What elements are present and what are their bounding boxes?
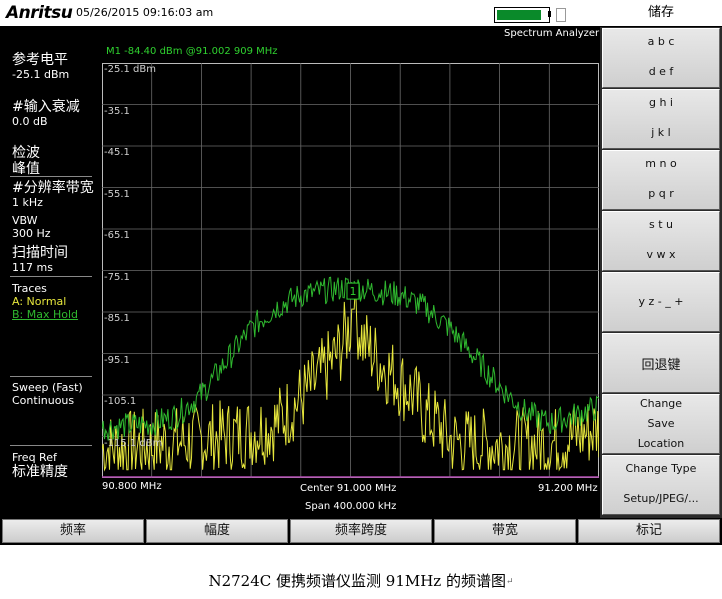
softkey-line: p q r bbox=[648, 187, 674, 200]
softkey-line: Save bbox=[647, 417, 675, 430]
softkey-line: 回退键 bbox=[641, 358, 681, 373]
battery-icon bbox=[494, 7, 550, 23]
detect-label: 检波 bbox=[12, 145, 40, 161]
divider bbox=[10, 376, 92, 377]
softkey-line: m n o bbox=[645, 157, 677, 170]
traces-info[interactable]: Traces A: Normal B: Max Hold bbox=[12, 282, 78, 321]
vbw-value: 300 Hz bbox=[12, 227, 51, 240]
status-icon bbox=[556, 8, 566, 22]
bottom-key-span[interactable]: 频率跨度 bbox=[290, 519, 432, 543]
detection[interactable]: 检波 峰值 bbox=[12, 145, 40, 177]
divider bbox=[10, 276, 92, 277]
softkey-line: s t u bbox=[648, 218, 673, 231]
rbw[interactable]: #分辨率带宽 1 kHz bbox=[12, 180, 94, 209]
sweep-time[interactable]: 扫描时间 117 ms bbox=[12, 245, 68, 274]
freq-ref[interactable]: Freq Ref 标准精度 bbox=[12, 451, 68, 480]
vbw-label: VBW bbox=[12, 214, 38, 227]
softkey-line: g h i bbox=[648, 96, 673, 109]
divider bbox=[10, 445, 92, 446]
marker-label: 1 bbox=[349, 285, 356, 298]
sweep-mode[interactable]: Sweep (Fast) Continuous bbox=[12, 381, 83, 407]
softkey-stu-vwx[interactable]: s t u v w x bbox=[602, 211, 720, 271]
mode-label: Spectrum Analyzer bbox=[504, 28, 600, 39]
spectrum-chart: 1 bbox=[102, 63, 599, 478]
battery-tip bbox=[548, 11, 551, 17]
y-tick-label: -35.1 bbox=[104, 105, 130, 117]
softkey-line: Setup/JPEG/... bbox=[623, 492, 699, 505]
softkey-change-type[interactable]: Change Type Setup/JPEG/... bbox=[602, 455, 720, 515]
ref-level-label: 参考电平 bbox=[12, 52, 68, 68]
battery-level bbox=[497, 10, 541, 20]
datetime: 05/26/2015 09:16:03 am bbox=[76, 6, 214, 19]
softkey-line: j k l bbox=[651, 126, 671, 139]
start-freq: 90.800 MHz bbox=[102, 481, 162, 492]
y-tick-label: -95.1 bbox=[104, 354, 130, 366]
center-freq: Center 91.000 MHz bbox=[300, 483, 397, 494]
title-bar: Anritsu 05/26/2015 09:16:03 am bbox=[0, 0, 600, 26]
softkey-panel: 储存 a b c d e f g h i j k l m n o p q r s… bbox=[600, 0, 722, 518]
softkey-change-save-location[interactable]: Change Save Location bbox=[602, 394, 720, 454]
softkey-backspace[interactable]: 回退键 bbox=[602, 333, 720, 393]
traces-label: Traces bbox=[12, 282, 47, 295]
y-tick-label: -115.1 dBm bbox=[104, 437, 163, 449]
return-mark: ↵ bbox=[505, 577, 514, 587]
figure-caption: N2724C 便携频谱仪监测 91MHz 的频谱图↵ bbox=[208, 572, 514, 590]
softkey-abc-def[interactable]: a b c d e f bbox=[602, 28, 720, 88]
softkey-yz-symbols[interactable]: y z - _ + bbox=[602, 272, 720, 332]
ref-level-value: -25.1 dBm bbox=[12, 68, 70, 81]
freq-ref-label: Freq Ref bbox=[12, 451, 57, 464]
input-atten[interactable]: #输入衰减 0.0 dB bbox=[12, 99, 80, 128]
vbw[interactable]: VBW 300 Hz bbox=[12, 214, 51, 240]
sweep-value: Continuous bbox=[12, 394, 75, 407]
menu-title: 储存 bbox=[600, 0, 722, 27]
bottom-key-marker[interactable]: 标记 bbox=[578, 519, 720, 543]
bottom-key-frequency[interactable]: 频率 bbox=[2, 519, 144, 543]
marker-readout: M1 -84.40 dBm @91.002 909 MHz bbox=[106, 46, 278, 57]
softkey-line: d e f bbox=[648, 65, 674, 78]
sweep-label: Sweep (Fast) bbox=[12, 381, 83, 394]
bottom-key-bandwidth[interactable]: 带宽 bbox=[434, 519, 576, 543]
atten-label: #输入衰减 bbox=[12, 99, 80, 115]
anritsu-logo: Anritsu bbox=[6, 3, 73, 23]
softkey-line: Location bbox=[637, 437, 685, 450]
analyzer-screen: Anritsu 05/26/2015 09:16:03 am Spectrum … bbox=[0, 0, 722, 545]
y-tick-label: -85.1 bbox=[104, 313, 130, 324]
rbw-value: 1 kHz bbox=[12, 196, 43, 209]
atten-value: 0.0 dB bbox=[12, 115, 48, 128]
softkey-line: Change bbox=[639, 397, 683, 410]
softkey-line: v w x bbox=[646, 248, 676, 261]
spectrum-plot[interactable]: 1 bbox=[102, 63, 599, 478]
y-tick-label: -75.1 bbox=[104, 271, 130, 283]
y-tick-label: -45.1 bbox=[104, 147, 130, 158]
rbw-label: #分辨率带宽 bbox=[12, 180, 94, 196]
sweep-time-label: 扫描时间 bbox=[12, 245, 68, 261]
y-tick-label: -25.1 dBm bbox=[104, 64, 157, 75]
y-tick-label: -65.1 bbox=[104, 230, 130, 241]
detect-value: 峰值 bbox=[12, 161, 40, 177]
span: Span 400.000 kHz bbox=[305, 501, 397, 512]
softkey-line: Change Type bbox=[625, 462, 697, 475]
sweep-time-value: 117 ms bbox=[12, 261, 53, 274]
y-tick-label: -55.1 bbox=[104, 188, 130, 200]
softkey-mno-pqr[interactable]: m n o p q r bbox=[602, 150, 720, 210]
freq-ref-value: 标准精度 bbox=[12, 464, 68, 480]
softkey-ghi-jkl[interactable]: g h i j k l bbox=[602, 89, 720, 149]
softkey-line: y z - _ + bbox=[638, 295, 684, 308]
ref-level[interactable]: 参考电平 -25.1 dBm bbox=[12, 52, 69, 81]
trace-b-label: B: Max Hold bbox=[12, 308, 79, 321]
trace-a-label: A: Normal bbox=[12, 295, 67, 308]
softkey-line: a b c bbox=[647, 35, 675, 48]
stop-freq: 91.200 MHz bbox=[538, 483, 598, 494]
bottom-key-amplitude[interactable]: 幅度 bbox=[146, 519, 288, 543]
divider bbox=[10, 176, 92, 177]
y-tick-label: -105.1 bbox=[104, 396, 137, 407]
